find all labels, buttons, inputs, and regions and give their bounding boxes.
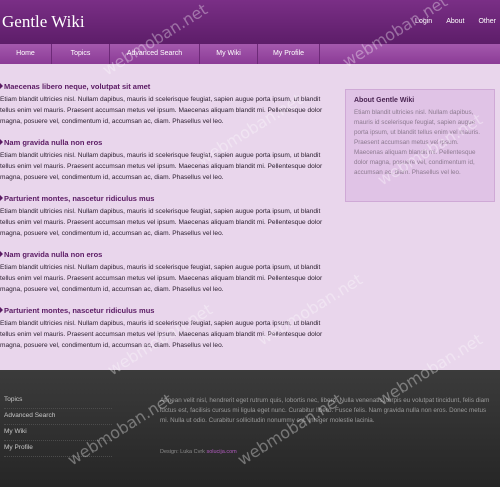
footer-link-topics[interactable]: Topics (4, 393, 112, 409)
about-sidebar: About Gentle Wiki Etiam blandit ultricie… (345, 89, 495, 202)
post-title[interactable]: Maecenas libero neque, volutpat sit amet (0, 82, 330, 91)
about-link[interactable]: About (446, 18, 464, 25)
site-title[interactable]: Gentle Wiki (2, 12, 85, 32)
post-body: Etiam blandit ultricies nisl. Nullam dap… (0, 152, 323, 181)
nav-item-my-profile[interactable]: My Profile (258, 44, 320, 64)
footer-text: Aenean velit nisl, hendrerit eget rutrum… (160, 397, 490, 424)
post: Nam gravida nulla non eros Etiam blandit… (0, 138, 330, 183)
credit-link[interactable]: solucija.com (206, 449, 236, 455)
post-body: Etiam blandit ultricies nisl. Nullam dap… (0, 320, 323, 349)
post-body: Etiam blandit ultricies nisl. Nullam dap… (0, 96, 323, 125)
sidebar-title: About Gentle Wiki (354, 97, 415, 104)
main-content: Maecenas libero neque, volutpat sit amet… (0, 82, 330, 362)
sidebar-body: Etiam blandit ultricies nisl. Nullam dap… (354, 109, 480, 176)
post-body: Etiam blandit ultricies nisl. Nullam dap… (0, 208, 323, 237)
nav-item-topics[interactable]: Topics (52, 44, 110, 64)
nav-item-home[interactable]: Home (0, 44, 52, 64)
post-title[interactable]: Parturient montes, nascetur ridiculus mu… (0, 306, 330, 315)
post: Parturient montes, nascetur ridiculus mu… (0, 194, 330, 239)
post-title[interactable]: Parturient montes, nascetur ridiculus mu… (0, 194, 330, 203)
footer-link-advanced-search[interactable]: Advanced Search (4, 409, 112, 425)
credit-text: Design: Luka Cvrk (160, 449, 205, 455)
footer-link-my-wiki[interactable]: My Wiki (4, 425, 112, 441)
other-link[interactable]: Other (478, 18, 496, 25)
footer-links: Topics Advanced Search My Wiki My Profil… (4, 393, 112, 457)
footer-link-my-profile[interactable]: My Profile (4, 441, 112, 457)
post-body: Etiam blandit ultricies nisl. Nullam dap… (0, 264, 323, 293)
post-title[interactable]: Nam gravida nulla non eros (0, 250, 330, 259)
header: Gentle Wiki Login About Other (0, 0, 500, 44)
post: Maecenas libero neque, volutpat sit amet… (0, 82, 330, 127)
nav-item-my-wiki[interactable]: My Wiki (200, 44, 258, 64)
post: Parturient montes, nascetur ridiculus mu… (0, 306, 330, 351)
nav-item-advanced-search[interactable]: Advanced Search (110, 44, 200, 64)
post: Nam gravida nulla non eros Etiam blandit… (0, 250, 330, 295)
post-title[interactable]: Nam gravida nulla non eros (0, 138, 330, 147)
footer: Topics Advanced Search My Wiki My Profil… (0, 370, 500, 487)
main-nav: Home Topics Advanced Search My Wiki My P… (0, 44, 500, 64)
top-links: Login About Other (415, 18, 496, 25)
footer-credit: Design: Luka Cvrk solucija.com (160, 449, 237, 455)
login-link[interactable]: Login (415, 18, 432, 25)
